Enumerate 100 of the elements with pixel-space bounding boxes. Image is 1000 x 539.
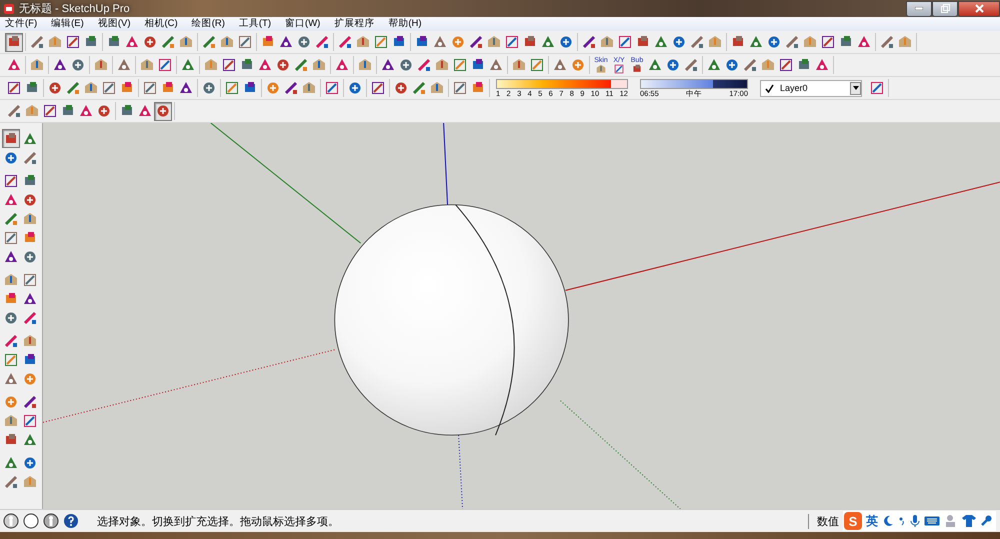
- tool-icon: [43, 104, 57, 118]
- tool-icon: [648, 58, 662, 72]
- tool-icon: [4, 250, 18, 264]
- tool-icon: [725, 58, 739, 72]
- tool-button[interactable]: [5, 32, 23, 52]
- keyboard-icon[interactable]: [924, 515, 940, 527]
- tool-icon: [23, 310, 37, 324]
- tool-icon: [4, 150, 18, 164]
- tool-icon: [161, 81, 175, 95]
- tool-icon: [222, 58, 236, 72]
- close-button[interactable]: [958, 0, 1000, 16]
- tool-icon: [294, 58, 308, 72]
- tool-icon: [612, 64, 626, 74]
- tool-icon: [7, 104, 21, 118]
- tool-icon: [356, 35, 370, 49]
- tool-icon: [325, 81, 339, 95]
- microphone-icon[interactable]: [910, 514, 920, 528]
- minimize-button[interactable]: [906, 0, 932, 16]
- tool-icon: [371, 81, 385, 95]
- tool-icon: [4, 132, 18, 146]
- tool-icon: [4, 394, 18, 408]
- tool-icon: [469, 35, 483, 49]
- tool-icon: [23, 432, 37, 446]
- tool-icon: [839, 35, 853, 49]
- tool-icon: [880, 35, 894, 49]
- tool-button[interactable]: [154, 102, 172, 120]
- tool-icon: [125, 35, 139, 49]
- restore-icon: [940, 4, 950, 13]
- tool-icon: [284, 81, 298, 95]
- tool-icon: [708, 35, 722, 49]
- tool-icon: [23, 192, 37, 206]
- time-slider[interactable]: [640, 78, 748, 88]
- menu-item[interactable]: 扩展程序: [334, 18, 374, 30]
- tool-icon: [767, 35, 781, 49]
- menu-item[interactable]: 视图(V): [98, 18, 130, 30]
- tool-icon: [48, 81, 62, 95]
- layer-dropdown[interactable]: Layer0: [760, 80, 862, 96]
- menu-item[interactable]: 窗口(W): [285, 18, 320, 30]
- tool-icon: [23, 394, 37, 408]
- tool-icon: [4, 192, 18, 206]
- tool-icon: [240, 58, 254, 72]
- tool-icon: [471, 81, 485, 95]
- tool-icon: [156, 104, 170, 118]
- tool-icon: [582, 35, 596, 49]
- tool-icon: [238, 35, 252, 49]
- menu-item[interactable]: 绘图(R): [192, 18, 225, 30]
- tool-icon: [618, 35, 632, 49]
- tool-icon: [23, 456, 37, 470]
- tool-icon: [66, 35, 80, 49]
- tool-icon: [23, 230, 37, 244]
- ime-mode[interactable]: 英: [866, 512, 878, 530]
- moon-icon[interactable]: [882, 515, 894, 527]
- restore-button[interactable]: [932, 0, 958, 16]
- tool-icon: [120, 81, 134, 95]
- shadow-slider[interactable]: [496, 78, 628, 88]
- tool-icon: [636, 35, 650, 49]
- tool-icon: [4, 272, 18, 286]
- shirt-icon[interactable]: [962, 515, 976, 527]
- tool-icon: [53, 58, 67, 72]
- tool-icon: [654, 35, 668, 49]
- tool-icon: [23, 474, 37, 488]
- menu-item[interactable]: 文件(F): [5, 18, 38, 30]
- tool-icon: [594, 64, 608, 74]
- tool-icon: [202, 81, 216, 95]
- tool-icon: [202, 35, 216, 49]
- tool-icon: [7, 81, 21, 95]
- tool-icon: [505, 35, 519, 49]
- tool-icon: [335, 58, 349, 72]
- tool-icon: [138, 104, 152, 118]
- menu-item[interactable]: 帮助(H): [388, 18, 422, 30]
- tool-icon: [261, 35, 275, 49]
- tool-icon: [797, 58, 811, 72]
- tool-icon: [684, 58, 698, 72]
- tool-icon: [415, 35, 429, 49]
- help-icon[interactable]: [63, 513, 79, 529]
- menu-item[interactable]: 工具(T): [238, 18, 272, 30]
- tool-icon: [302, 81, 316, 95]
- menu-item[interactable]: 相机(C): [144, 18, 178, 30]
- menu-item[interactable]: 编辑(E): [51, 18, 84, 30]
- tool-icon: [487, 35, 501, 49]
- tool-icon: [23, 150, 37, 164]
- status-hint: 选择对象。切换到扩充选择。拖动鼠标选择多项。: [97, 514, 339, 528]
- tool-icon: [30, 35, 44, 49]
- tool-icon: [898, 35, 912, 49]
- tool-icon: [559, 35, 573, 49]
- tool-icon: [523, 35, 537, 49]
- tool-icon: [102, 81, 116, 95]
- tool-icon: [161, 35, 175, 49]
- tool-icon: [435, 58, 449, 72]
- tool-button[interactable]: [2, 129, 20, 148]
- punctuation-icon[interactable]: [898, 515, 906, 527]
- tool-icon: [61, 104, 75, 118]
- tool-icon: [94, 58, 108, 72]
- dropdown-button[interactable]: [850, 82, 861, 94]
- tool-icon: [4, 432, 18, 446]
- tool-icon: [225, 81, 239, 95]
- tool-icon: [4, 310, 18, 324]
- tool-icon: [23, 292, 37, 306]
- tool-icon: [399, 58, 413, 72]
- wrench-icon[interactable]: [980, 515, 992, 527]
